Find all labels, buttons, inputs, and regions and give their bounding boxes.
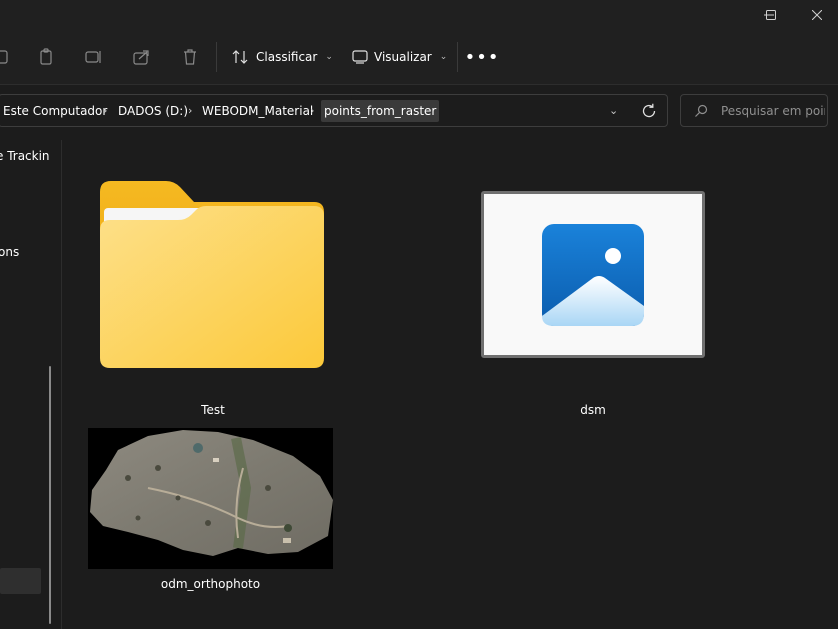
orthophoto-thumbnail xyxy=(90,430,333,556)
refresh-icon[interactable] xyxy=(640,102,658,120)
view-button[interactable]: Visualizar ⌄ xyxy=(352,44,447,70)
search-box[interactable]: Pesquisar em poin... xyxy=(680,94,828,127)
sort-label: Classificar xyxy=(256,50,318,64)
pane-divider[interactable] xyxy=(61,140,62,629)
maximize-icon xyxy=(766,10,776,20)
sort-button[interactable]: Classificar ⌄ xyxy=(232,44,333,70)
breadcrumb-current-wrap[interactable]: points_from_raster xyxy=(321,95,440,126)
file-name-test: Test xyxy=(201,403,225,417)
sort-icon xyxy=(232,50,248,64)
breadcrumb-este-computador[interactable]: Este Computador xyxy=(3,95,107,126)
sidebar-item-ons[interactable]: ons xyxy=(0,242,19,262)
chevron-right-icon[interactable]: › xyxy=(188,95,192,126)
cut-button[interactable] xyxy=(0,46,14,68)
view-icon xyxy=(352,50,368,64)
chevron-down-icon: ⌄ xyxy=(325,52,333,62)
address-history-chevron-icon[interactable]: ⌄ xyxy=(609,95,618,126)
file-item-dsm[interactable] xyxy=(481,191,705,358)
search-icon xyxy=(695,104,708,117)
chevron-right-icon[interactable]: › xyxy=(310,95,314,126)
sidebar-item-label: e Trackin xyxy=(0,149,50,163)
toolbar-separator xyxy=(216,42,217,72)
toolbar-separator xyxy=(457,42,458,72)
file-name-odm-orthophoto: odm_orthophoto xyxy=(160,577,261,591)
share-icon xyxy=(133,50,149,65)
file-item-test[interactable] xyxy=(90,170,336,426)
delete-button[interactable] xyxy=(179,46,201,68)
navigation-pane: e Trackin ons xyxy=(0,136,62,629)
breadcrumb-points-from-raster[interactable]: points_from_raster xyxy=(321,99,440,122)
sidebar-item-trackin[interactable]: e Trackin xyxy=(0,146,50,166)
chevron-right-icon[interactable]: › xyxy=(103,95,107,126)
rename-icon xyxy=(85,51,101,63)
toolbar-divider xyxy=(0,84,838,85)
maximize-button-wrap[interactable] xyxy=(748,0,794,30)
share-button[interactable] xyxy=(131,46,153,68)
close-icon xyxy=(812,10,822,20)
more-options-button[interactable]: ••• xyxy=(465,44,499,70)
trash-icon xyxy=(184,49,196,65)
search-placeholder: Pesquisar em poin... xyxy=(721,103,825,118)
rename-button[interactable] xyxy=(83,46,105,68)
file-name-dsm: dsm xyxy=(580,403,606,417)
image-icon xyxy=(542,224,644,326)
close-button[interactable] xyxy=(794,0,838,30)
breadcrumb-dados[interactable]: DADOS (D:) xyxy=(118,95,188,126)
sidebar-item-selected[interactable] xyxy=(0,568,41,594)
sidebar-scrollbar[interactable] xyxy=(49,366,51,624)
copy-icon xyxy=(40,48,52,65)
address-bar[interactable]: Este Computador › DADOS (D:) › WEBODM_Ma… xyxy=(0,94,668,127)
title-bar xyxy=(0,0,838,30)
breadcrumb-webodm-material[interactable]: WEBODM_Material xyxy=(202,95,313,126)
sidebar-item-label: ons xyxy=(0,245,20,259)
command-bar: Classificar ⌄ Visualizar ⌄ ••• xyxy=(0,30,838,84)
view-label: Visualizar xyxy=(374,50,432,64)
more-icon: ••• xyxy=(464,46,500,68)
folder-icon xyxy=(100,181,324,368)
copy-button[interactable] xyxy=(35,46,57,68)
cut-icon xyxy=(0,50,8,64)
file-item-odm-orthophoto[interactable] xyxy=(88,428,333,569)
chevron-down-icon: ⌄ xyxy=(439,52,448,62)
